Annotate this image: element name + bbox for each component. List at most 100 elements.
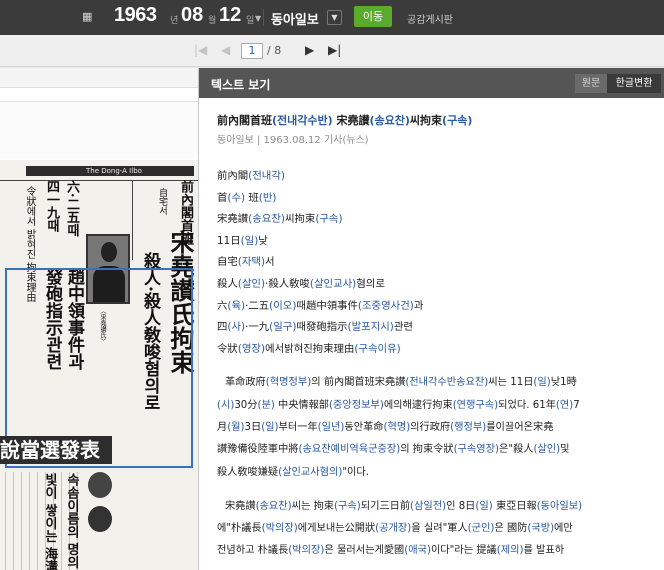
newspaper-select[interactable]: 동아일보 [271, 9, 319, 28]
hangul-reading: (삼일전) [410, 500, 447, 512]
month-unit: 월 [208, 16, 217, 26]
hanja-text: 革命政府 [225, 377, 266, 389]
hangul-reading: (박의장) [288, 545, 325, 557]
hangul-reading: (영장) [237, 342, 266, 355]
hanja-text: 를이끌어온宋堯 [486, 421, 554, 433]
hanja-text: 六 [217, 299, 228, 312]
article-title: 前內閣首班(전내각수반) 宋堯讃(송요찬)씨拘束(구속) [217, 110, 659, 132]
hanja-text: 의行政府 [410, 421, 451, 433]
hanja-text: 혐의로 [356, 277, 385, 290]
hangul-reading: (송요찬) [248, 213, 285, 226]
hangul-reading: (국방) [527, 523, 555, 535]
chevron-down-icon[interactable]: ▼ [327, 10, 342, 25]
hanja-text: 및 [560, 444, 570, 456]
hangul-convert-tab[interactable]: 한글변환 [607, 74, 661, 93]
scan-photo-small-2 [88, 506, 112, 532]
hangul-reading: (구속영장) [453, 444, 500, 456]
headline-line: 11日(일)낮 [217, 231, 659, 253]
hangul-reading: (혁명) [383, 421, 411, 433]
date-dropdown-icon[interactable]: ▼ [255, 14, 261, 23]
first-page-icon[interactable]: |◀ [194, 43, 207, 57]
hangul-reading: (동아일보) [536, 500, 583, 512]
scan-photo-small-1 [88, 472, 112, 498]
hanja-text: ·一九 [245, 321, 270, 334]
headline-line: 令狀(영장)에서밝혀진拘束理由(구속이유) [217, 339, 659, 361]
headline-line: 首(수) 班(반) [217, 188, 659, 210]
headline-line: 前內閣(전내각) [217, 166, 659, 188]
hanja-text: 이다"라는 提議 [430, 545, 497, 557]
article-body: 前內閣首班(전내각수반) 宋堯讃(송요찬)씨拘束(구속) 동아일보 | 1963… [217, 110, 659, 563]
hangul-reading: (일) [533, 377, 551, 389]
year-value[interactable]: 1963 [114, 4, 157, 27]
calendar-icon[interactable]: ▦ [82, 11, 92, 22]
hangul-reading: (살인교사) [309, 277, 357, 290]
hangul-reading: (혁명정부) [265, 377, 312, 389]
hanja-text: 씨拘束 [284, 213, 316, 226]
hanja-text: 관련 [393, 321, 413, 334]
hanja-text: 은"殺人 [499, 444, 534, 456]
hanja-text: 되기三日前 [360, 500, 411, 512]
hangul-reading: (구속) [442, 114, 473, 127]
hangul-reading: (구속) [315, 213, 343, 226]
month-value[interactable]: 08 [181, 4, 203, 27]
paragraph-line: 月(월)3日(일)부터一年(일년)동안革命(혁명)의行政府(행정부)를이끌어온宋… [217, 417, 659, 439]
day-value[interactable]: 12 [219, 4, 241, 27]
scan-col-line-2: 四一九때 [44, 180, 59, 232]
paragraph-2: 宋堯讃(송요찬)씨는 拘束(구속)되기三日前(삼일전)인 8日(일) 東亞日報(… [217, 496, 659, 563]
hanja-text: 낮1時 [550, 377, 577, 389]
hangul-reading: (군인) [467, 523, 495, 535]
hangul-reading: (자택) [237, 256, 266, 269]
original-text-tab[interactable]: 원문 [575, 74, 607, 93]
go-button[interactable]: 이동 [354, 6, 392, 27]
hanja-text: 전념하고 朴議長 [217, 545, 289, 557]
hanja-text: 東亞日報 [492, 500, 537, 512]
hangul-reading: (수) [227, 191, 246, 204]
page-total: / 8 [267, 44, 282, 57]
hanja-text: 때趙中領事件 [296, 299, 358, 312]
board-link[interactable]: 공감게시판 [407, 11, 453, 26]
hangul-reading: (송요찬예비역육군중장) [298, 444, 401, 456]
hanja-text: 에"朴議長 [217, 523, 262, 535]
hanja-text: 에게보내는公開狀 [297, 523, 376, 535]
paragraph-1: 革命政府(혁명정부)의 前內閣首班宋堯讃(전내각수반송요찬)씨는 11日(일)낮… [217, 372, 659, 483]
last-page-icon[interactable]: ▶| [328, 43, 341, 57]
hangul-reading: (공개장) [375, 523, 412, 535]
scan-headline-sub: 自宅서 [157, 188, 167, 215]
year-unit: 년 [170, 16, 179, 26]
hangul-reading: (전내각) [248, 170, 285, 182]
hanja-text: 前內閣 [217, 170, 249, 182]
newspaper-scan[interactable]: The Dong-A Ilbo 前內閣首班 自宅서 宋堯讃氏拘束 殺人·殺人敎唆… [0, 68, 198, 570]
paragraph-line: 에"朴議長(박의장)에게보내는公開狀(공개장)을 실려"軍人(군인)은 國防(국… [217, 518, 659, 540]
hanja-text: 에서밝혀진拘束理由 [265, 342, 355, 355]
hangul-reading: (구속이유) [354, 342, 401, 355]
hanja-text: 宋堯讃 [217, 213, 249, 226]
next-page-icon[interactable]: ▶ [305, 43, 314, 57]
scan-lower-text-2: 빛이 쌓이는 海溝 [42, 473, 57, 570]
paragraph-line: 전념하고 朴議長(박의장)은 물러서는게愛國(애국)이다"라는 提議(제의)를 … [217, 540, 659, 562]
hanja-text: 月 [217, 421, 228, 433]
hanja-text: 를 발표하 [523, 545, 565, 557]
hanja-text: 令狀 [217, 342, 238, 355]
hanja-text: 宋堯讃 [225, 500, 256, 512]
headline-line: 四(사)·一九(일구)때發砲指示(발포지시)관련 [217, 317, 659, 339]
hanja-text: 을 실려"軍人 [411, 523, 468, 535]
hanja-text: 四 [217, 321, 228, 334]
hanja-text: 中央情報部 [274, 399, 329, 411]
hanja-text: 동안革命 [344, 421, 384, 433]
hanja-text: 殺人敎唆嫌疑 [217, 466, 279, 478]
page-number-input[interactable]: 1 [241, 43, 263, 59]
hanja-text: 의 前內閣首班宋堯讃 [311, 377, 406, 389]
prev-page-icon[interactable]: ◀ [221, 43, 230, 57]
hangul-reading: (분) [257, 399, 275, 411]
hanja-text: 되었다. 61年 [498, 399, 556, 411]
hanja-text: 에만 [554, 523, 573, 535]
hangul-reading: (이오) [269, 299, 297, 312]
hanja-text: 11日 [217, 234, 241, 247]
hanja-text: 宋堯讃 [332, 114, 370, 127]
hangul-reading: (일) [475, 500, 493, 512]
hangul-reading: (전내각수반송요찬) [405, 377, 489, 389]
hanja-text: 부터一年 [278, 421, 318, 433]
paragraph-line: (시)30分(분) 中央情報部(중앙정보부)에의해逮行拘束(연행구속)되었다. … [217, 395, 659, 417]
hanja-text: 은 물러서는게愛國 [324, 545, 405, 557]
scan-col-title: 六·二五때 [64, 180, 79, 237]
